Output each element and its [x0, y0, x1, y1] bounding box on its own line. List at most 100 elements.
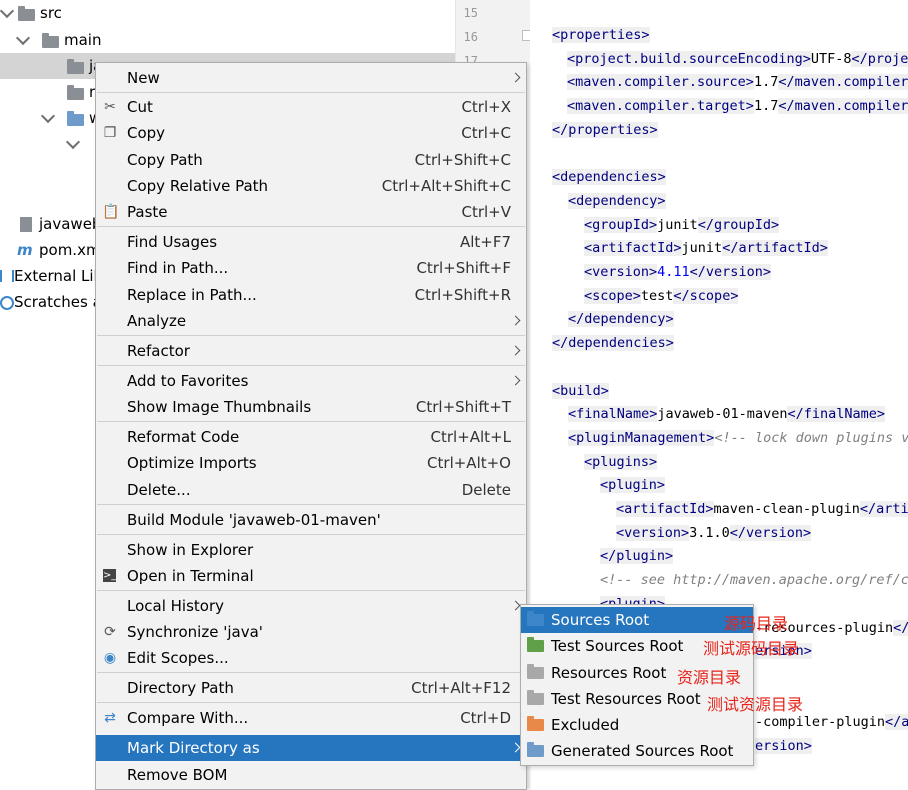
code-token: <version> [584, 264, 658, 280]
chevron-down-icon[interactable] [0, 3, 15, 19]
menu-separator [97, 421, 525, 422]
code-line[interactable]: <maven.compiler.target>1.7</maven.compil… [567, 95, 908, 117]
menu-item-label: Copy Relative Path [127, 177, 269, 195]
menu-item-find-usages[interactable]: Find Usages Alt+F7 [96, 229, 526, 255]
code-token: -compiler-plugin [755, 714, 886, 731]
code-line[interactable]: <groupId>junit</groupId> [584, 214, 780, 236]
scratches-icon [0, 296, 14, 310]
code-token: 3.1.0 [689, 524, 730, 541]
code-token: <artifactId> [616, 501, 714, 517]
chevron-right-icon [510, 742, 521, 753]
folder-icon [18, 6, 35, 21]
menu-item-copy[interactable]: ❐ Copy Ctrl+C [96, 120, 526, 146]
code-line[interactable]: <plugins> [584, 451, 658, 473]
menu-item-delete[interactable]: Delete... Delete [96, 477, 526, 503]
code-line[interactable]: <scope>test</scope> [584, 285, 739, 307]
code-line[interactable]: ersion> [755, 735, 812, 757]
shortcut-label: Alt+F7 [459, 233, 511, 251]
menu-item-cut[interactable]: ✂ Cut Ctrl+X [96, 94, 526, 120]
shortcut-label: Ctrl+Shift+R [414, 286, 511, 304]
menu-item-local-history[interactable]: Local History [96, 593, 526, 619]
menu-separator [97, 702, 525, 703]
code-line[interactable]: <!-- see http://maven.apache.org/ref/cu [600, 569, 908, 591]
code-line[interactable]: <pluginManagement><!-- lock down plugins… [568, 427, 908, 449]
code-line[interactable]: <dependencies> [552, 166, 666, 188]
code-line[interactable]: <build> [552, 380, 609, 402]
code-line[interactable]: </properties> [552, 119, 658, 141]
chevron-down-icon[interactable] [40, 108, 56, 124]
code-token: </properties> [552, 121, 658, 138]
menu-item-open-in-terminal[interactable]: >_ Open in Terminal [96, 563, 526, 589]
menu-item-show-in-explorer[interactable]: Show in Explorer [96, 537, 526, 563]
menu-item-edit-scopes[interactable]: ◉ Edit Scopes... [96, 645, 526, 671]
code-line[interactable]: <dependency> [568, 190, 666, 212]
submenu-item-label: Test Resources Root [551, 690, 701, 708]
code-line[interactable]: <version>3.1.0</version> [616, 522, 812, 544]
code-token: 1.7 [753, 74, 779, 91]
code-token: <version> [616, 524, 690, 541]
menu-item-label: Find in Path... [127, 259, 229, 277]
folder-icon [67, 59, 84, 74]
shortcut-label: Ctrl+Alt+F12 [411, 679, 511, 697]
menu-item-remove-bom[interactable]: Remove BOM [96, 762, 526, 788]
shortcut-label: Ctrl+Shift+C [414, 151, 511, 169]
code-line[interactable]: <project.build.sourceEncoding>UTF-8</pro… [567, 48, 908, 70]
code-line[interactable]: <version>4.11</version> [584, 261, 771, 283]
code-token: 4.11 [657, 264, 690, 280]
code-token: test [640, 287, 674, 304]
code-line[interactable]: <artifactId>maven-clean-plugin</artif [616, 498, 908, 520]
code-token: </ar [885, 714, 908, 731]
code-token: maven-clean-plugin [713, 501, 860, 517]
code-line[interactable]: <finalName>javaweb-01-maven</finalName> [568, 403, 885, 425]
menu-item-optimize-imports[interactable]: Optimize Imports Ctrl+Alt+O [96, 450, 526, 476]
menu-item-mark-directory-as[interactable]: Mark Directory as [96, 735, 526, 761]
code-line[interactable]: <plugin> [600, 474, 666, 496]
code-line[interactable]: <properties> [552, 24, 650, 46]
submenu-item-excluded[interactable]: Excluded [521, 712, 753, 738]
menu-item-add-to-favorites[interactable]: Add to Favorites [96, 368, 526, 394]
submenu-item-generated-sources-root[interactable]: Generated Sources Root [521, 738, 753, 764]
code-token: <pluginManagement> [568, 429, 715, 446]
code-token: <finalName> [568, 406, 658, 423]
menu-separator [97, 92, 525, 93]
resources-folder-icon [527, 664, 544, 679]
submenu-item-label: Test Sources Root [551, 637, 684, 655]
chevron-down-icon[interactable] [65, 134, 81, 150]
menu-item-synchronize[interactable]: ⟳ Synchronize 'java' [96, 619, 526, 645]
submenu-item-sources-root[interactable]: Sources Root [521, 607, 753, 633]
menu-item-copy-relative-path[interactable]: Copy Relative Path Ctrl+Alt+Shift+C [96, 173, 526, 199]
menu-item-compare-with[interactable]: ⇄ Compare With... Ctrl+D [96, 705, 526, 731]
menu-item-label: Reformat Code [127, 428, 240, 446]
menu-item-label: Edit Scopes... [127, 649, 229, 667]
shortcut-label: Ctrl+V [461, 203, 511, 221]
menu-item-find-in-path[interactable]: Find in Path... Ctrl+Shift+F [96, 255, 526, 281]
code-token: <maven.compiler.target> [567, 98, 754, 115]
menu-item-analyze[interactable]: Analyze [96, 308, 526, 334]
menu-item-reformat-code[interactable]: Reformat Code Ctrl+Alt+L [96, 424, 526, 450]
code-line[interactable]: <maven.compiler.source>1.7</maven.compil… [567, 71, 908, 93]
menu-item-replace-in-path[interactable]: Replace in Path... Ctrl+Shift+R [96, 282, 526, 308]
annotation-resources: 资源目录 [677, 668, 742, 687]
chevron-down-icon[interactable] [15, 30, 31, 46]
code-token: </finalName> [787, 406, 885, 423]
shortcut-label: Ctrl+Alt+Shift+C [381, 177, 511, 195]
menu-item-build-module[interactable]: Build Module 'javaweb-01-maven' [96, 507, 526, 533]
menu-item-paste[interactable]: 📋 Paste Ctrl+V [96, 199, 526, 225]
menu-item-directory-path[interactable]: Directory Path Ctrl+Alt+F12 [96, 675, 526, 701]
menu-item-label: Open in Terminal [127, 567, 254, 585]
code-line[interactable]: <artifactId>junit</artifactId> [584, 237, 828, 259]
menu-separator [97, 365, 525, 366]
menu-item-label: Refactor [127, 342, 190, 360]
library-icon [0, 270, 14, 282]
shortcut-label: Ctrl+Shift+F [416, 259, 511, 277]
annotation-sources: 源码目录 [724, 614, 789, 633]
code-token: <plugins> [584, 453, 658, 470]
menu-item-show-image-thumbnails[interactable]: Show Image Thumbnails Ctrl+Shift+T [96, 394, 526, 420]
code-line[interactable]: </dependencies> [552, 332, 674, 354]
code-line[interactable]: </dependency> [568, 308, 674, 330]
menu-item-new[interactable]: New [96, 65, 526, 91]
menu-item-refactor[interactable]: Refactor [96, 338, 526, 364]
menu-item-copy-path[interactable]: Copy Path Ctrl+Shift+C [96, 147, 526, 173]
code-token: <scope> [584, 287, 641, 304]
code-line[interactable]: </plugin> [600, 545, 674, 567]
